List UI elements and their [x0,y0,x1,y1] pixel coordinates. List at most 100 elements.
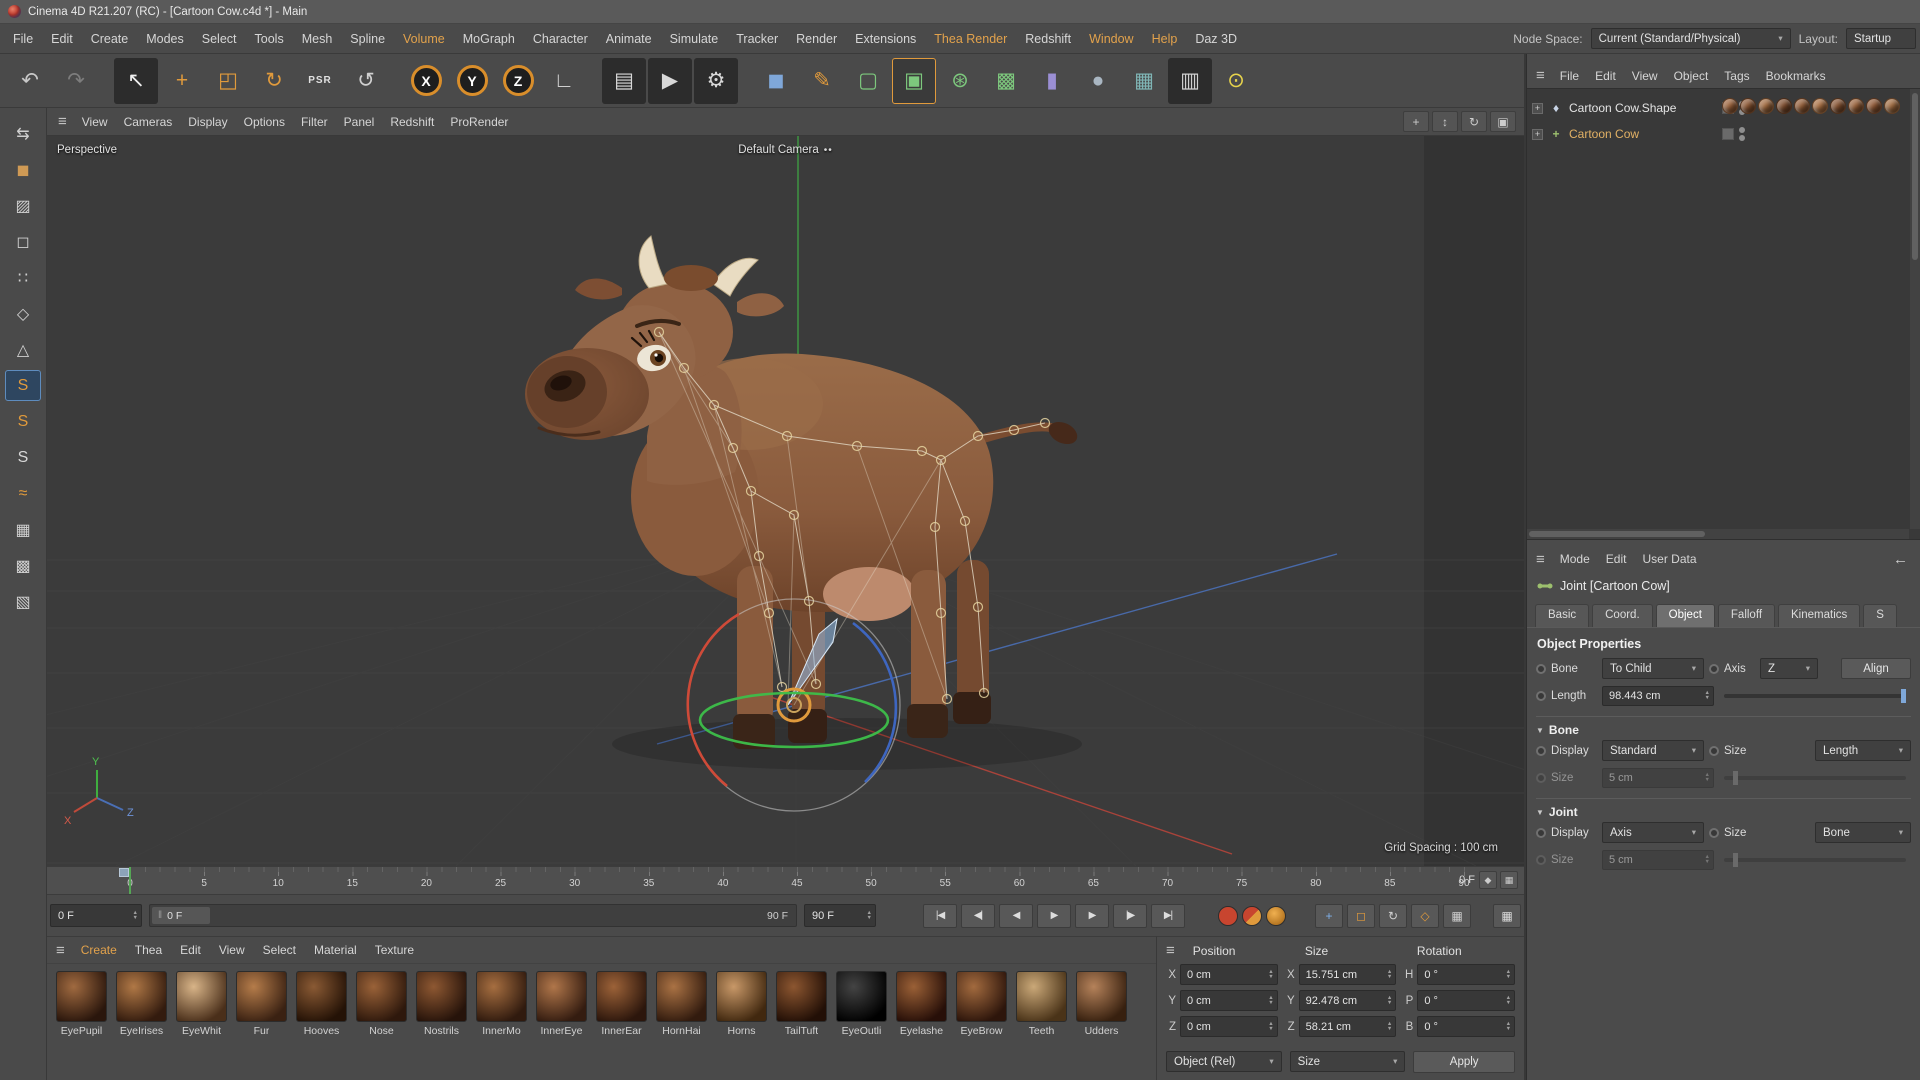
node-space-select[interactable]: Current (Standard/Physical) ▾ [1590,28,1791,49]
generators-menu[interactable]: ▣ [892,57,936,104]
material-item[interactable]: HornHai [655,971,708,1080]
material-sphere-icon[interactable] [56,971,107,1022]
menu-item[interactable]: Help [1143,28,1187,50]
menu-item[interactable]: Daz 3D [1186,28,1246,50]
menu-item[interactable]: Modes [137,28,193,50]
object-row[interactable]: + + Cartoon Cow [1527,121,1920,147]
object-name[interactable]: Cartoon Cow [1569,127,1717,141]
redo-button[interactable]: ↷ [54,58,98,104]
material-sphere-icon[interactable] [656,971,707,1022]
material-tag-icon[interactable] [1794,98,1810,114]
points-mode-button[interactable]: ∷ [5,262,41,293]
menu-item[interactable]: Mesh [293,28,342,50]
bone-select[interactable]: To Child ▾ [1602,658,1704,679]
layer-toggle[interactable] [1722,128,1734,140]
enable-snap-button[interactable]: S [5,370,41,401]
rotation-field[interactable]: 0 ° ▲ ▼ [1417,964,1516,985]
keyframe-dot-icon[interactable] [1709,827,1719,838]
bone-group-header[interactable]: ▼ Bone [1536,716,1911,737]
prev-frame-button[interactable]: ◀ [999,903,1033,928]
rotate-tool[interactable]: ↻ [252,58,296,104]
material-sphere-icon[interactable] [476,971,527,1022]
material-menu-item[interactable]: Create [72,940,126,960]
next-key-button[interactable]: |▶ [1113,903,1147,928]
expand-icon[interactable]: + [1532,102,1543,114]
playhead-handle[interactable] [119,868,129,877]
goto-start-button[interactable]: |◀ [923,903,957,928]
object-manager-hscrollbar[interactable] [1527,529,1909,539]
scale-tool[interactable]: ◰ [206,58,250,104]
material-menu-item[interactable]: Select [254,940,305,960]
spinner-icon[interactable]: ▲ ▼ [1264,1022,1273,1031]
spline-tools-menu[interactable]: ▮ [1030,58,1074,104]
live-selection-tool[interactable]: ↖ [114,57,158,104]
menu-item[interactable]: Window [1080,28,1142,50]
spinner-icon[interactable]: ▲ ▼ [1383,970,1392,979]
material-sphere-icon[interactable] [236,971,287,1022]
axis-select[interactable]: Z ▾ [1760,658,1818,679]
menu-item[interactable]: Edit [42,28,82,50]
menu-item[interactable]: Volume [394,28,454,50]
expand-icon[interactable]: + [1532,128,1543,140]
menu-item[interactable]: File [4,28,42,50]
material-tag-icon[interactable] [1722,98,1738,114]
material-item[interactable]: InnerMo [475,971,528,1080]
material-item[interactable]: Fur [235,971,288,1080]
camera-label[interactable]: Default Camera •• [738,144,833,156]
model-mode-button[interactable]: ◼ [5,154,41,185]
keyframe-dot-icon[interactable] [1709,663,1719,674]
record-keyframe-button[interactable] [1218,905,1238,926]
material-tag-icon[interactable] [1812,98,1828,114]
viewport-menu-item[interactable]: View [74,112,116,132]
position-field[interactable]: 0 cm ▲ ▼ [1180,964,1278,985]
menu-item[interactable]: Extensions [846,28,925,50]
spinner-icon[interactable]: ▲ ▼ [1502,1022,1511,1031]
joint-size-select[interactable]: Bone ▾ [1815,822,1911,843]
material-item[interactable]: EyeWhit [175,971,228,1080]
object-menu-item[interactable]: Edit [1587,66,1624,86]
menu-item[interactable]: Tracker [727,28,787,50]
prev-key-button[interactable]: ◀| [961,903,995,928]
menu-item[interactable]: Redshift [1016,28,1080,50]
align-button[interactable]: Align [1841,658,1911,679]
modeling-menu[interactable]: ⊛ [938,58,982,104]
end-frame-field[interactable]: 90 F ▲ ▼ [804,904,876,927]
edges-mode-button[interactable]: ◇ [5,298,41,329]
workplane-lock-button[interactable]: ▩ [5,550,41,581]
light-menu[interactable]: ⊙ [1214,58,1258,104]
material-item[interactable]: Horns [715,971,768,1080]
material-item[interactable]: TailTuft [775,971,828,1080]
material-item[interactable]: Teeth [1015,971,1068,1080]
material-menu-item[interactable]: View [210,940,254,960]
viewport-menu-item[interactable]: Display [180,112,235,132]
menu-item[interactable]: Character [524,28,597,50]
viewport-menu-item[interactable]: Options [236,112,293,132]
render-settings-button[interactable]: ⚙ [694,57,738,104]
panel-menu-icon[interactable]: ≡ [1529,67,1552,84]
panel-menu-icon[interactable]: ≡ [1166,942,1179,959]
material-sphere-icon[interactable] [536,971,587,1022]
material-tag-icon[interactable] [1758,98,1774,114]
material-sphere-icon[interactable] [1076,971,1127,1022]
material-sphere-icon[interactable] [896,971,947,1022]
toolbar-separator[interactable] [100,58,112,104]
attribute-tab[interactable]: Object [1655,604,1715,627]
object-name[interactable]: Cartoon Cow.Shape [1569,101,1717,115]
key-scale-toggle[interactable]: ◻ [1347,903,1375,928]
workplane-mode-button[interactable]: ◻ [5,226,41,257]
material-item[interactable]: EyePupil [55,971,108,1080]
make-editable-button[interactable]: ⇆ [5,118,41,149]
size-field[interactable]: 92.478 cm ▲ ▼ [1298,990,1397,1011]
menu-item[interactable]: Simulate [661,28,728,50]
key-rotation-toggle[interactable]: ↻ [1379,903,1407,928]
object-menu-item[interactable]: View [1624,66,1666,86]
lock-z-axis[interactable]: Z [496,58,540,104]
menu-item[interactable]: MoGraph [454,28,524,50]
material-item[interactable]: InnerEye [535,971,588,1080]
material-item[interactable]: Nostrils [415,971,468,1080]
menu-item[interactable]: Render [787,28,846,50]
pen-spline-menu[interactable]: ✎ [800,58,844,104]
rotation-field[interactable]: 0 ° ▲ ▼ [1417,990,1516,1011]
coordinate-system[interactable]: ∟ [542,58,586,104]
material-sphere-icon[interactable] [296,971,347,1022]
